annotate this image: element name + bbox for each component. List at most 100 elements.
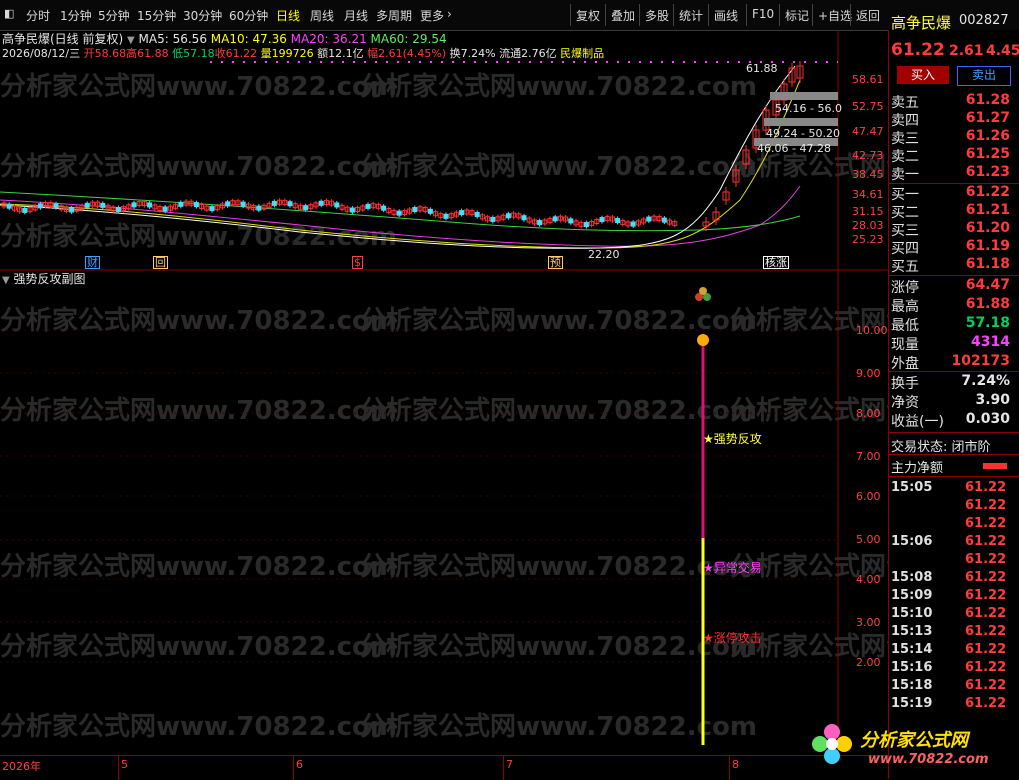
candle-body <box>100 202 106 208</box>
ask-row[interactable]: 卖五 61.28 <box>889 92 1019 111</box>
trade-price: 61.22 <box>965 624 1007 639</box>
sub-dropdown-icon[interactable]: ▼ <box>2 275 10 286</box>
trade-price: 61.22 <box>965 678 1007 693</box>
bid-row[interactable]: 买五 61.18 <box>889 256 1019 275</box>
bid-label: 买一 <box>891 187 919 203</box>
ask-label: 卖五 <box>891 95 919 111</box>
sub-tick: 10.00 <box>856 324 888 337</box>
stat-row: 最高 61.88 <box>889 296 1019 315</box>
bid-label: 买五 <box>891 259 919 275</box>
price-tick: 34.61 <box>852 188 884 201</box>
stat2-row: 收益(一) 0.030 <box>889 411 1019 430</box>
bid-label: 买三 <box>891 223 919 239</box>
date-tick: 8 <box>732 758 739 771</box>
trade-price: 61.22 <box>965 588 1007 603</box>
stat2-row: 净资 3.90 <box>889 392 1019 411</box>
sub-tick: 6.00 <box>856 490 881 503</box>
high-mark: 61.88 <box>746 62 778 75</box>
candle-body <box>84 202 90 208</box>
candle-body <box>271 200 277 206</box>
event-marker[interactable]: $ <box>352 256 363 269</box>
date-separator <box>729 756 730 780</box>
trade-row: 15:10 61.22 <box>889 606 1019 624</box>
ask-row[interactable]: 卖三 61.26 <box>889 128 1019 147</box>
candle-body <box>334 202 340 208</box>
candle-body <box>349 207 355 213</box>
date-separator <box>118 756 119 780</box>
candle-body <box>69 207 75 213</box>
candle-body <box>630 221 636 227</box>
ask-price: 61.25 <box>965 146 1010 162</box>
price-tick: 52.75 <box>852 100 884 113</box>
bid-row[interactable]: 买二 61.21 <box>889 202 1019 221</box>
price-tick: 25.23 <box>852 233 884 246</box>
candle-body <box>474 212 480 218</box>
signal-label: ★涨停攻击 <box>703 631 762 645</box>
trade-row: 15:19 61.22 <box>889 696 1019 714</box>
candle-body <box>599 217 605 223</box>
capital-bar <box>983 463 1007 469</box>
ask-row[interactable]: 卖四 61.27 <box>889 110 1019 129</box>
candle-body <box>661 217 667 223</box>
price-tick: 28.03 <box>852 219 884 232</box>
bid-row[interactable]: 买一 61.22 <box>889 184 1019 203</box>
candle-body <box>396 210 402 216</box>
stock-name: 高争民爆 <box>891 14 952 32</box>
candle-body <box>256 205 262 211</box>
event-marker[interactable]: 财 <box>85 256 100 269</box>
trade-status: 交易状态: 闭市阶 <box>891 440 991 455</box>
signal-label: ★异常交易 <box>703 561 762 575</box>
sub-tick: 7.00 <box>856 450 881 463</box>
bid-row[interactable]: 买三 61.20 <box>889 220 1019 239</box>
ma20-line <box>0 185 801 247</box>
candlesticks <box>1 61 804 231</box>
trade-row: 15:16 61.22 <box>889 660 1019 678</box>
ask-label: 卖三 <box>891 131 919 147</box>
stat-label: 最高 <box>891 299 919 315</box>
event-marker[interactable]: 预 <box>548 256 563 269</box>
candle-body <box>583 222 589 228</box>
ask-row[interactable]: 卖二 61.25 <box>889 146 1019 165</box>
trade-time: 15:05 <box>891 480 933 495</box>
ask-row[interactable]: 卖一 61.23 <box>889 164 1019 183</box>
trade-time: 15:14 <box>891 642 933 657</box>
trade-price: 61.22 <box>965 516 1007 531</box>
ask-price: 61.28 <box>965 92 1010 108</box>
sub-chart-title: 强势反攻副图 <box>13 272 86 286</box>
ask-price: 61.26 <box>965 128 1010 144</box>
buy-button[interactable]: 买入 <box>897 66 949 84</box>
stat-value: 102173 <box>951 353 1010 369</box>
candle-body <box>193 202 199 208</box>
sub-tick: 2.00 <box>856 656 881 669</box>
stat2-row: 换手 7.24% <box>889 373 1019 392</box>
candle-body <box>443 213 449 219</box>
candle-body <box>427 208 433 214</box>
stat-row: 现量 4314 <box>889 334 1019 353</box>
trade-row: 15:05 61.22 <box>889 480 1019 498</box>
trade-price: 61.22 <box>965 552 1007 567</box>
trade-row: 15:14 61.22 <box>889 642 1019 660</box>
candle-body <box>568 218 574 224</box>
trade-time: 15:18 <box>891 678 933 693</box>
sell-button[interactable]: 卖出 <box>957 66 1011 86</box>
trade-row: 15:08 61.22 <box>889 570 1019 588</box>
signal-label: ★强势反攻 <box>703 432 762 446</box>
box2-label: 49.24 - 50.20 <box>766 127 840 140</box>
price-tick: 38.45 <box>852 168 884 181</box>
trade-row: 15:13 61.22 <box>889 624 1019 642</box>
logo-url: www.70822.com <box>868 752 989 767</box>
event-marker[interactable]: 核涨 <box>763 256 789 269</box>
bid-price: 61.20 <box>965 220 1010 236</box>
ask-label: 卖四 <box>891 113 919 129</box>
trade-row: 15:18 61.22 <box>889 678 1019 696</box>
price-tick: 42.73 <box>852 149 884 162</box>
bid-row[interactable]: 买四 61.19 <box>889 238 1019 257</box>
bid-price: 61.22 <box>965 184 1010 200</box>
trade-row: 61.22 <box>889 498 1019 516</box>
candle-body <box>147 202 153 208</box>
trades-divider <box>889 476 1019 477</box>
price-change: 2.61 <box>949 43 984 59</box>
event-marker[interactable]: 回 <box>153 256 168 269</box>
trade-row: 61.22 <box>889 516 1019 534</box>
bid-price: 61.21 <box>965 202 1010 218</box>
